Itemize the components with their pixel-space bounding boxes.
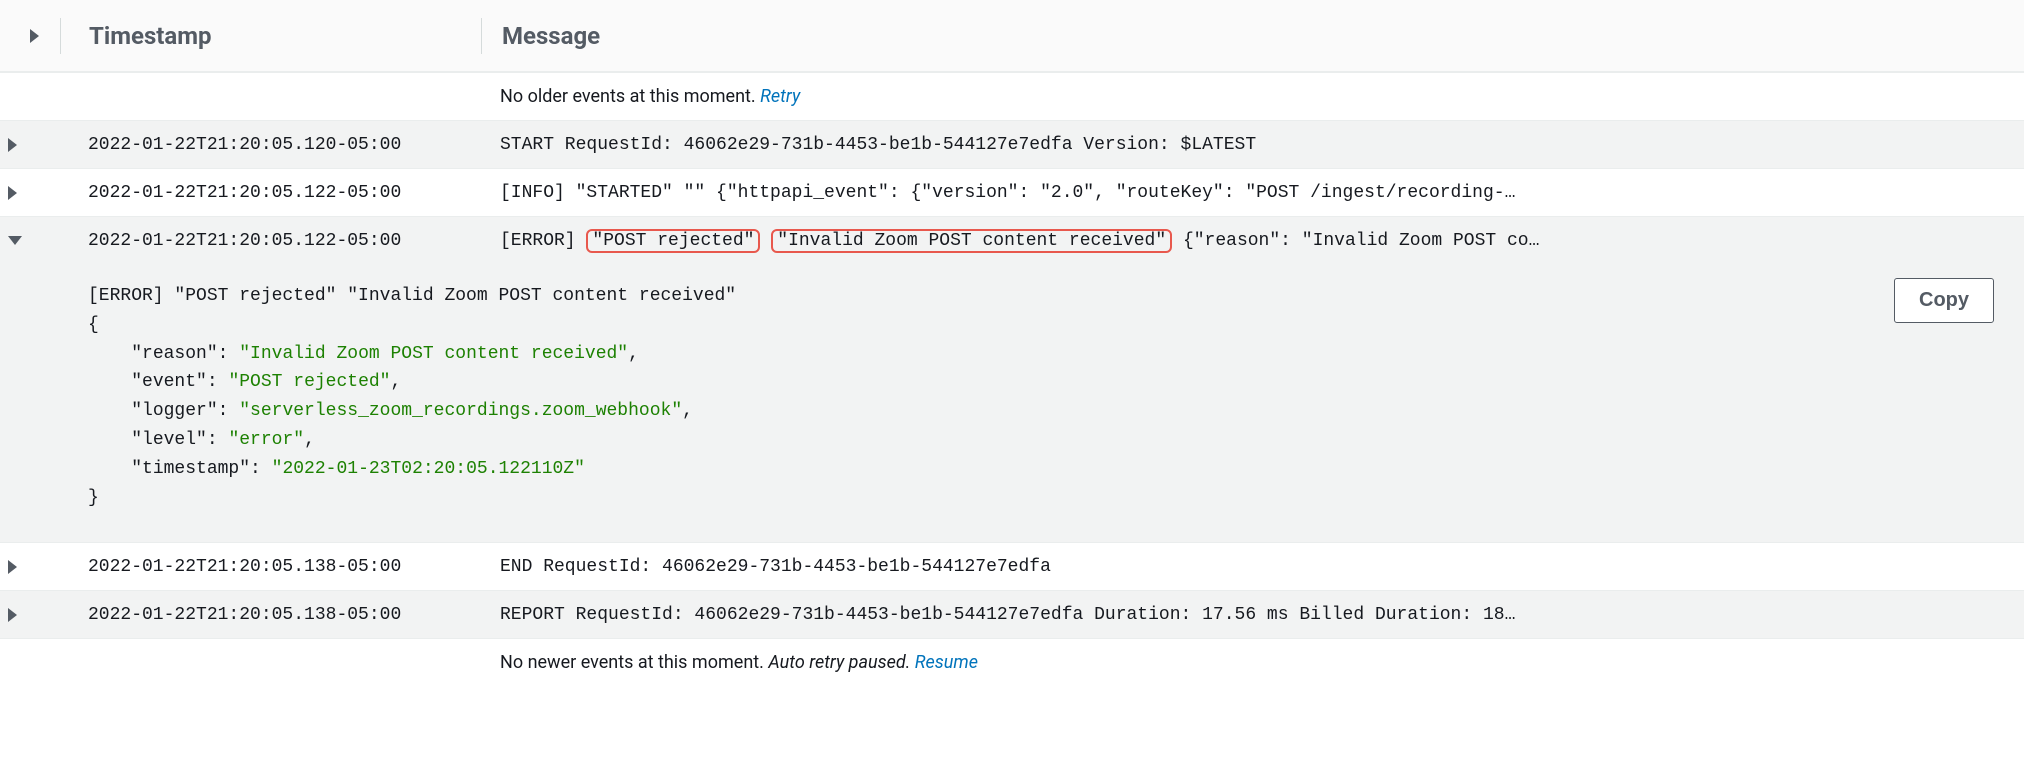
log-row-expanded-header: 2022-01-22T21:20:05.122-05:00 [ERROR] "P… — [0, 216, 2024, 264]
message-cell: [INFO] "STARTED" "" {"httpapi_event": {"… — [480, 183, 2024, 203]
message-cell: START RequestId: 46062e29-731b-4453-be1b… — [480, 135, 2024, 155]
log-row: 2022-01-22T21:20:05.120-05:00 START Requ… — [0, 120, 2024, 168]
expanded-json: [ERROR] "POST rejected" "Invalid Zoom PO… — [88, 282, 2024, 512]
highlight-post-rejected: "POST rejected" — [586, 229, 760, 253]
auto-retry-paused: Auto retry paused. — [768, 652, 910, 673]
copy-button[interactable]: Copy — [1894, 278, 1994, 323]
expand-header — [0, 29, 60, 43]
no-newer-row: No newer events at this moment. Auto ret… — [0, 638, 2024, 686]
expand-toggle[interactable] — [8, 186, 17, 200]
msg-suffix: {"reason": "Invalid Zoom POST co… — [1172, 231, 1539, 251]
timestamp-cell: 2022-01-22T21:20:05.138-05:00 — [60, 605, 480, 625]
timestamp-cell: 2022-01-22T21:20:05.138-05:00 — [60, 557, 480, 577]
message-cell: END RequestId: 46062e29-731b-4453-be1b-5… — [480, 557, 2024, 577]
resume-link[interactable]: Resume — [915, 652, 978, 673]
timestamp-header[interactable]: Timestamp — [61, 22, 481, 50]
log-row: 2022-01-22T21:20:05.138-05:00 REPORT Req… — [0, 590, 2024, 638]
retry-link[interactable]: Retry — [760, 86, 800, 107]
message-header[interactable]: Message — [482, 22, 2024, 50]
timestamp-cell: 2022-01-22T21:20:05.122-05:00 — [60, 231, 480, 251]
log-events-table: Timestamp Message No older events at thi… — [0, 0, 2024, 686]
message-cell: REPORT RequestId: 46062e29-731b-4453-be1… — [480, 605, 2024, 625]
no-older-text: No older events at this moment. — [500, 86, 760, 107]
expand-toggle[interactable] — [8, 608, 17, 622]
chevron-right-icon[interactable] — [30, 29, 39, 43]
message-cell: [ERROR] "POST rejected" "Invalid Zoom PO… — [480, 229, 2024, 253]
timestamp-cell: 2022-01-22T21:20:05.120-05:00 — [60, 135, 480, 155]
log-row: 2022-01-22T21:20:05.138-05:00 END Reques… — [0, 542, 2024, 590]
highlight-invalid-zoom: "Invalid Zoom POST content received" — [771, 229, 1172, 253]
expanded-log-detail: Copy [ERROR] "POST rejected" "Invalid Zo… — [0, 264, 2024, 542]
log-row: 2022-01-22T21:20:05.122-05:00 [INFO] "ST… — [0, 168, 2024, 216]
no-newer-text: No newer events at this moment. — [500, 652, 768, 673]
no-older-row: No older events at this moment. Retry — [0, 72, 2024, 120]
expand-toggle[interactable] — [8, 560, 17, 574]
timestamp-cell: 2022-01-22T21:20:05.122-05:00 — [60, 183, 480, 203]
msg-prefix: [ERROR] — [500, 231, 586, 251]
expand-toggle[interactable] — [8, 138, 17, 152]
table-header: Timestamp Message — [0, 0, 2024, 72]
collapse-toggle[interactable] — [8, 236, 22, 245]
